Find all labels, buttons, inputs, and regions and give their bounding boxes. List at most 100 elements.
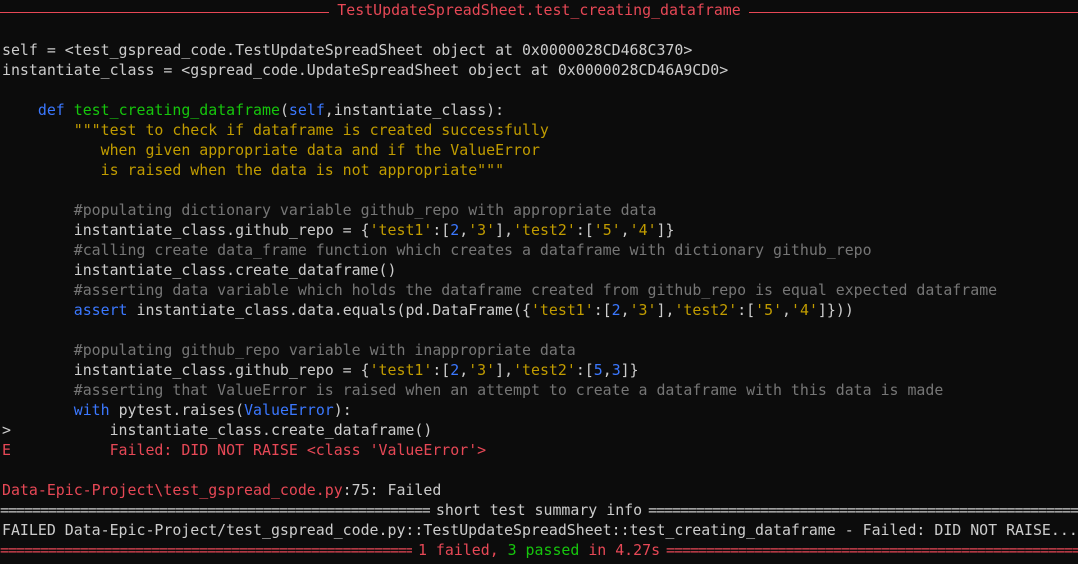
function-name: test_creating_dataframe xyxy=(73,101,280,119)
failed-test-line[interactable]: FAILED Data-Epic-Project/test_gspread_co… xyxy=(0,520,1078,540)
code-line-assign-2: instantiate_class.github_repo = {'test1'… xyxy=(0,360,1078,380)
code-text: instantiate_class.github_repo = { xyxy=(73,221,370,239)
signature-rest: ,instantiate_class): xyxy=(324,101,505,119)
docstring-text: """test to check if dataframe is created… xyxy=(73,121,549,139)
code-text: :[ xyxy=(575,221,594,239)
code-text: , xyxy=(782,301,792,319)
docstring-line-2: when given appropriate data and if the V… xyxy=(0,140,1078,160)
code-text: instantiate_class.create_dataframe() xyxy=(109,421,433,439)
code-text: pytest.raises( xyxy=(109,401,245,419)
failing-line-marker: > xyxy=(2,421,11,439)
comment-line-3: #asserting data variable which holds the… xyxy=(0,280,1078,300)
comment-line-5: #asserting that ValueError is raised whe… xyxy=(0,380,1078,400)
code-line-assert: assert instantiate_class.data.equals(pd.… xyxy=(0,300,1078,320)
failure-location: Data-Epic-Project\test_gspread_code.py:7… xyxy=(0,480,1078,500)
result-rule-right: ========================================… xyxy=(666,541,1078,559)
code-line-call-1: instantiate_class.create_dataframe() xyxy=(0,260,1078,280)
code-text: instantiate_class.data.equals(pd.DataFra… xyxy=(127,301,531,319)
code-text: instantiate_class.create_dataframe() xyxy=(73,261,397,279)
code-text: :[ xyxy=(575,361,594,379)
string-literal: '3' xyxy=(468,221,496,239)
string-literal: 'test1' xyxy=(369,361,433,379)
string-literal: '3' xyxy=(468,361,496,379)
string-literal: 'test2' xyxy=(513,221,576,239)
code-text: , xyxy=(602,361,612,379)
keyword-def: def xyxy=(37,101,65,119)
code-text: ], xyxy=(656,301,675,319)
number-literal: 2 xyxy=(450,221,460,239)
failure-suffix: :75: Failed xyxy=(342,481,442,499)
terminal-window[interactable]: TestUpdateSpreadSheet.test_creating_data… xyxy=(0,0,1078,564)
self-repr-line: self = <test_gspread_code.TestUpdateSpre… xyxy=(2,41,693,59)
string-literal: '3' xyxy=(629,301,657,319)
header-title: TestUpdateSpreadSheet.test_creating_data… xyxy=(337,1,741,19)
docstring-line-3: is raised when the data is not appropria… xyxy=(0,160,1078,180)
code-text: :[ xyxy=(432,361,451,379)
code-line-def: def test_creating_dataframe(self,instant… xyxy=(0,100,1078,120)
instantiate-repr-line: instantiate_class = <gspread_code.Update… xyxy=(2,61,729,79)
string-literal: 'test2' xyxy=(674,301,738,319)
docstring-text: is raised when the data is not appropria… xyxy=(73,161,505,179)
error-line: E Failed: DID NOT RAISE <class 'ValueErr… xyxy=(0,440,1078,460)
summary-title: short test summary info xyxy=(435,501,643,519)
result-line: ========================================… xyxy=(0,540,1078,560)
code-text: ]})) xyxy=(817,301,854,319)
string-literal: '5' xyxy=(755,301,783,319)
code-text: ], xyxy=(495,361,514,379)
keyword-assert: assert xyxy=(73,301,128,319)
comment-text: #populating github_repo variable with in… xyxy=(73,341,576,359)
code-text: ], xyxy=(495,221,514,239)
error-marker: E xyxy=(2,441,11,459)
code-text: instantiate_class.github_repo = { xyxy=(73,361,370,379)
comment-text: #asserting that ValueError is raised whe… xyxy=(73,381,944,399)
exception-name: ValueError xyxy=(244,401,334,419)
error-message: Failed: DID NOT RAISE <class 'ValueError… xyxy=(109,441,487,459)
code-text: ): xyxy=(333,401,352,419)
param-self: self xyxy=(288,101,325,119)
string-literal: 'test1' xyxy=(369,221,433,239)
code-text: :[ xyxy=(593,301,612,319)
paren: ( xyxy=(279,101,289,119)
result-summary: 1 failed, 3 passed in 4.27s xyxy=(412,540,666,560)
code-text: ]} xyxy=(620,361,639,379)
keyword-with: with xyxy=(73,401,110,419)
comment-text: #populating dictionary variable github_r… xyxy=(73,201,657,219)
summary-rule-left: ========================================… xyxy=(0,501,430,519)
string-literal: 'test2' xyxy=(513,361,576,379)
code-line-failing: > instantiate_class.create_dataframe() xyxy=(0,420,1078,440)
header-rule-right xyxy=(748,11,1078,13)
docstring-text: when given appropriate data and if the V… xyxy=(73,141,540,159)
test-header: TestUpdateSpreadSheet.test_creating_data… xyxy=(0,0,1078,20)
header-rule-left xyxy=(0,11,330,13)
file-path-link[interactable]: Data-Epic-Project\test_gspread_code.py xyxy=(2,481,343,499)
failed-count: 1 failed xyxy=(417,541,490,559)
comment-line-2: #calling create data_frame function whic… xyxy=(0,240,1078,260)
comment-line-1: #populating dictionary variable github_r… xyxy=(0,200,1078,220)
comment-text: #asserting data variable which holds the… xyxy=(73,281,998,299)
run-time: in 4.27s xyxy=(579,541,661,559)
result-rule-left: ========================================… xyxy=(0,541,412,559)
string-literal: 'test1' xyxy=(530,301,594,319)
result-separator: , xyxy=(489,541,508,559)
code-text: , xyxy=(459,361,469,379)
code-text: :[ xyxy=(432,221,451,239)
string-literal: '5' xyxy=(593,221,621,239)
summary-header: ========================================… xyxy=(0,500,1078,520)
code-text: , xyxy=(620,301,630,319)
passed-count: 3 passed xyxy=(507,541,580,559)
summary-rule-right: ========================================… xyxy=(648,501,1078,519)
number-literal: 5 xyxy=(593,361,603,379)
code-text: , xyxy=(459,221,469,239)
code-text: :[ xyxy=(737,301,756,319)
string-literal: '4' xyxy=(791,301,818,319)
code-text: ]} xyxy=(656,221,675,239)
code-text: , xyxy=(620,221,630,239)
comment-line-4: #populating github_repo variable with in… xyxy=(0,340,1078,360)
string-literal: '4' xyxy=(629,221,657,239)
number-literal: 2 xyxy=(611,301,621,319)
